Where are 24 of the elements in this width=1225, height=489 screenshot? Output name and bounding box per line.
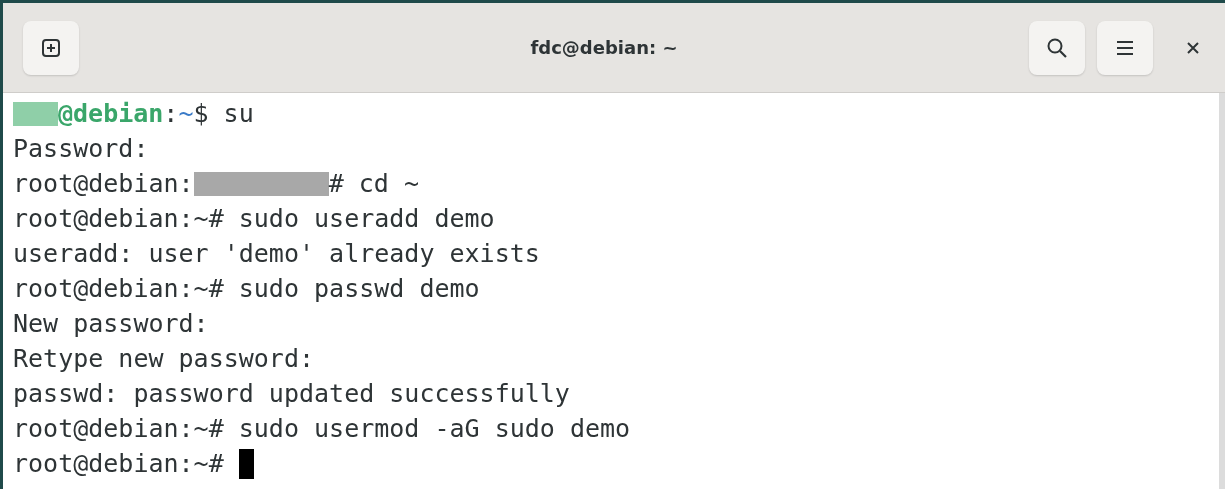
terminal-text: root@debian: [13,168,194,200]
terminal-text: root@debian:~# sudo passwd demo [13,273,480,305]
terminal-text: # cd ~ [328,168,419,200]
prompt-user: @debian [58,98,164,130]
plus-square-icon [41,37,61,58]
menu-icon [1115,38,1135,57]
terminal-text: root@debian:~# [13,448,225,480]
terminal-text: : [163,98,179,130]
menu-button[interactable] [1097,20,1153,75]
terminal-text: root@debian:~# sudo usermod -aG sudo demo [13,413,631,445]
terminal-text: New password: [13,308,209,340]
terminal-text: useradd: user 'demo' already exists [13,238,540,270]
search-icon [1046,36,1068,59]
terminal-text: root@debian:~# sudo useradd demo [13,203,495,235]
prompt-path: ~ [178,98,194,130]
terminal-text: $ su [193,98,254,130]
search-button[interactable] [1029,20,1085,75]
terminal-text: passwd: password updated successfully [13,378,570,410]
new-tab-button[interactable] [23,20,79,75]
terminal-text: Password: [13,133,149,165]
close-icon [1187,41,1199,54]
terminal-text: Retype new password: [13,343,315,375]
window-title: fdc@debian: ~ [529,37,679,58]
text-cursor [238,448,254,479]
